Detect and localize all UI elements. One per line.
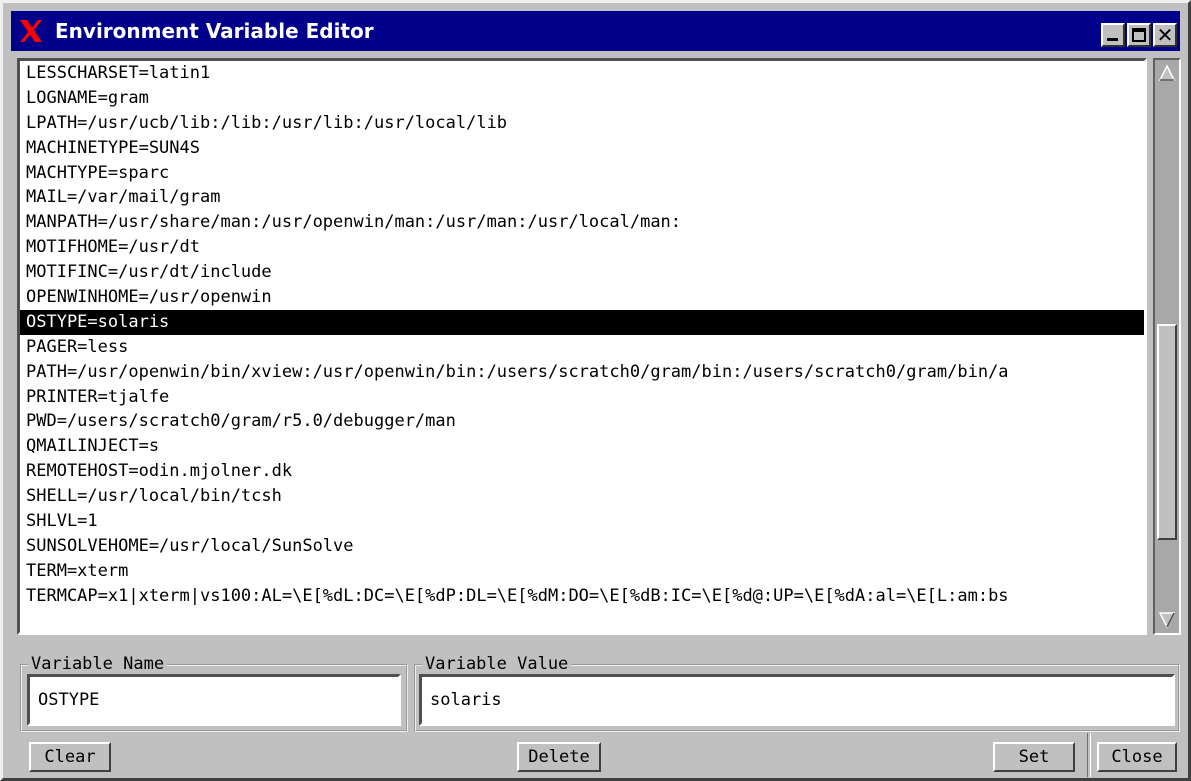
vertical-scrollbar[interactable] bbox=[1153, 58, 1181, 635]
list-item[interactable]: MOTIFINC=/usr/dt/include bbox=[20, 260, 1144, 285]
list-item[interactable]: PATH=/usr/openwin/bin/xview:/usr/openwin… bbox=[20, 360, 1144, 385]
variable-value-field[interactable] bbox=[419, 674, 1175, 726]
list-item[interactable]: OPENWINHOME=/usr/openwin bbox=[20, 285, 1144, 310]
list-item[interactable]: LOGNAME=gram bbox=[20, 86, 1144, 111]
variable-name-field[interactable] bbox=[27, 674, 401, 726]
button-separator bbox=[1087, 733, 1091, 777]
variable-value-label: Variable Value bbox=[422, 654, 572, 674]
close-icon: ✕ bbox=[1156, 23, 1174, 47]
x-logo-icon bbox=[20, 20, 42, 42]
list-item[interactable]: TERM=xterm bbox=[20, 559, 1144, 584]
env-variable-list[interactable]: LESSCHARSET=latin1 LOGNAME=gram LPATH=/usr… bbox=[17, 58, 1147, 635]
close-button[interactable]: Close bbox=[1097, 742, 1177, 772]
set-button[interactable]: Set bbox=[993, 742, 1075, 772]
list-item[interactable]: LPATH=/usr/ucb/lib:/lib:/usr/lib:/usr/lo… bbox=[20, 111, 1144, 136]
close-window-button[interactable]: ✕ bbox=[1153, 23, 1177, 47]
env-editor-window: Environment Variable Editor ✕ LESSCHARSE… bbox=[0, 0, 1191, 781]
scroll-down-arrow-icon[interactable] bbox=[1158, 611, 1176, 629]
maximize-button[interactable] bbox=[1127, 23, 1151, 47]
minimize-icon bbox=[1107, 38, 1118, 41]
window-title: Environment Variable Editor bbox=[55, 19, 374, 43]
title-bar[interactable]: Environment Variable Editor ✕ bbox=[11, 11, 1180, 51]
scroll-up-arrow-icon[interactable] bbox=[1158, 64, 1176, 82]
list-item[interactable]: SUNSOLVEHOME=/usr/local/SunSolve bbox=[20, 534, 1144, 559]
list-item[interactable]: PRINTER=tjalfe bbox=[20, 385, 1144, 410]
list-item[interactable]: SHLVL=1 bbox=[20, 509, 1144, 534]
list-item[interactable]: MANPATH=/usr/share/man:/usr/openwin/man:… bbox=[20, 210, 1144, 235]
list-item[interactable]: MACHINETYPE=SUN4S bbox=[20, 136, 1144, 161]
scroll-thumb[interactable] bbox=[1157, 324, 1177, 540]
list-item[interactable]: REMOTEHOST=odin.mjolner.dk bbox=[20, 459, 1144, 484]
clear-button[interactable]: Clear bbox=[29, 742, 111, 772]
minimize-button[interactable] bbox=[1101, 23, 1125, 47]
list-item[interactable]: MAIL=/var/mail/gram bbox=[20, 185, 1144, 210]
list-item[interactable]: QMAILINJECT=s bbox=[20, 434, 1144, 459]
list-item[interactable]: PAGER=less bbox=[20, 335, 1144, 360]
list-item[interactable]: LESSCHARSET=latin1 bbox=[20, 61, 1144, 86]
maximize-icon bbox=[1132, 28, 1146, 42]
list-item[interactable]: PWD=/users/scratch0/gram/r5.0/debugger/m… bbox=[20, 409, 1144, 434]
variable-name-label: Variable Name bbox=[28, 654, 168, 674]
list-item[interactable]: OSTYPE=solaris bbox=[20, 309, 1144, 335]
list-item[interactable]: TERMCAP=x1|xterm|vs100:AL=\E[%dL:DC=\E[%… bbox=[20, 584, 1144, 609]
delete-button[interactable]: Delete bbox=[517, 742, 601, 772]
list-item[interactable]: MOTIFHOME=/usr/dt bbox=[20, 235, 1144, 260]
list-item[interactable]: SHELL=/usr/local/bin/tcsh bbox=[20, 484, 1144, 509]
list-item[interactable]: MACHTYPE=sparc bbox=[20, 161, 1144, 186]
